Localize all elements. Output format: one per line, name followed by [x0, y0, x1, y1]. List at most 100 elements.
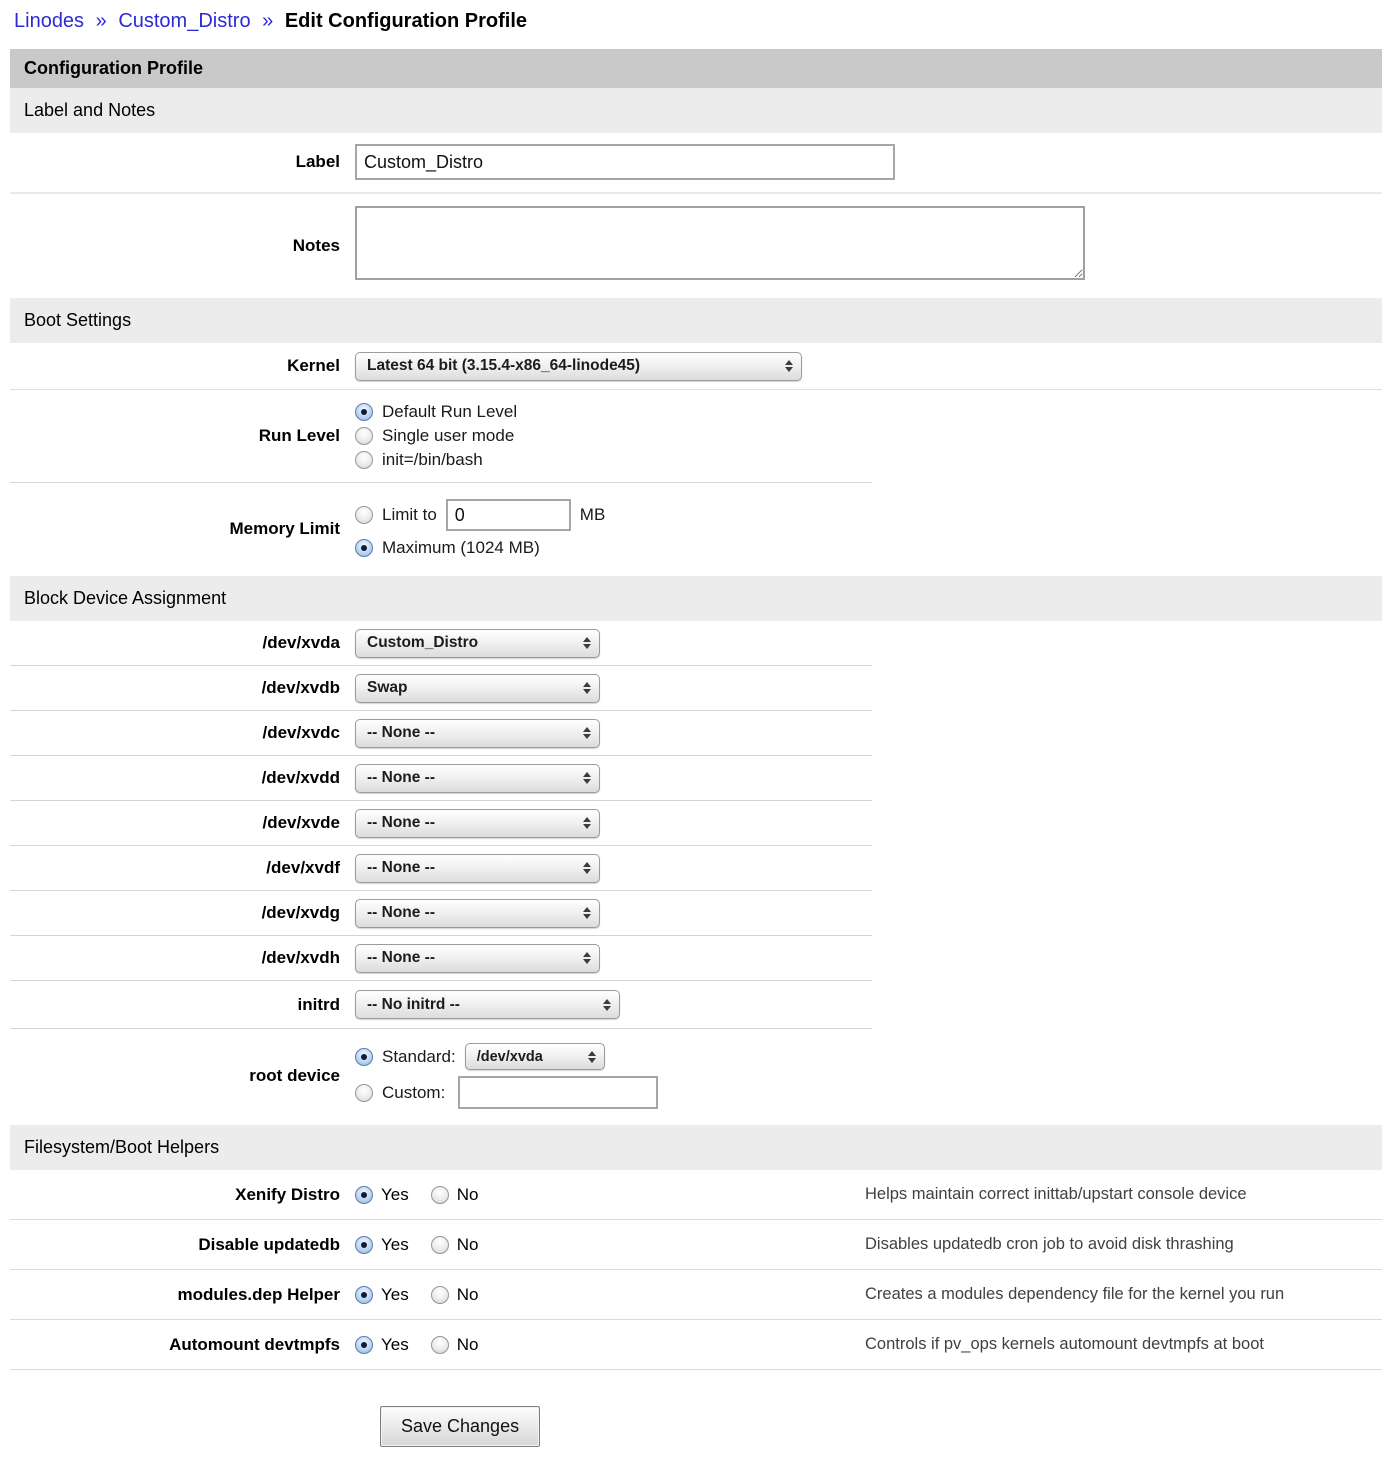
label-row: Label	[10, 133, 1382, 192]
xvde-select[interactable]: -- None --	[355, 809, 600, 838]
device-label: /dev/xvda	[10, 633, 355, 653]
disable-updatedb-no-radio[interactable]	[431, 1236, 449, 1254]
select-stepper-icon	[583, 772, 591, 784]
label-field-label: Label	[10, 152, 355, 172]
initrd-select[interactable]: -- No initrd --	[355, 990, 620, 1019]
xvdg-select[interactable]: -- None --	[355, 899, 600, 928]
label-input[interactable]	[355, 144, 895, 180]
kernel-label: Kernel	[10, 356, 355, 376]
device-label: /dev/xvde	[10, 813, 355, 833]
xvdh-select[interactable]: -- None --	[355, 944, 600, 973]
memory-limit-input[interactable]	[446, 499, 571, 531]
initrd-row: initrd -- No initrd --	[10, 981, 1382, 1028]
no-label: No	[457, 1235, 479, 1255]
yes-label: Yes	[381, 1185, 409, 1205]
run-level-row: Run Level Default Run Level Single user …	[10, 390, 1382, 482]
helper-label: Disable updatedb	[10, 1235, 355, 1255]
select-stepper-icon	[583, 907, 591, 919]
root-device-standard-radio[interactable]	[355, 1048, 373, 1066]
initrd-select-value: -- No initrd --	[367, 996, 460, 1014]
save-button-area: Save Changes	[10, 1370, 1382, 1467]
memory-maximum-radio[interactable]	[355, 539, 373, 557]
xvdh-select-value: -- None --	[367, 949, 435, 967]
configuration-profile-panel: Configuration Profile Label and Notes La…	[10, 49, 1382, 1467]
run-level-single-user-option-label: Single user mode	[382, 426, 514, 446]
device-label: /dev/xvdc	[10, 723, 355, 743]
xenify-no-radio[interactable]	[431, 1186, 449, 1204]
run-level-default-radio[interactable]	[355, 403, 373, 421]
xvde-select-value: -- None --	[367, 814, 435, 832]
xvdf-select-value: -- None --	[367, 859, 435, 877]
helper-help-text: Creates a modules dependency file for th…	[865, 1285, 1292, 1304]
root-device-custom-input[interactable]	[458, 1076, 658, 1109]
helper-label: Automount devtmpfs	[10, 1335, 355, 1355]
device-label: /dev/xvdh	[10, 948, 355, 968]
notes-field-label: Notes	[10, 236, 355, 256]
xvdd-select-value: -- None --	[367, 769, 435, 787]
xvdc-select-value: -- None --	[367, 724, 435, 742]
no-label: No	[457, 1185, 479, 1205]
helper-row-modules-dep: modules.dep Helper Yes No Creates a modu…	[10, 1270, 1382, 1319]
breadcrumb-link-custom-distro[interactable]: Custom_Distro	[118, 10, 250, 32]
helper-row-xenify: Xenify Distro Yes No Helps maintain corr…	[10, 1170, 1382, 1219]
helper-row-disable-updatedb: Disable updatedb Yes No Disables updated…	[10, 1220, 1382, 1269]
automount-devtmpfs-no-radio[interactable]	[431, 1336, 449, 1354]
device-label: /dev/xvdf	[10, 858, 355, 878]
select-stepper-icon	[583, 952, 591, 964]
device-row-xvda: /dev/xvda Custom_Distro	[10, 621, 1382, 665]
device-label: /dev/xvdg	[10, 903, 355, 923]
yes-label: Yes	[381, 1285, 409, 1305]
device-row-xvdd: /dev/xvdd -- None --	[10, 756, 1382, 800]
select-stepper-icon	[603, 999, 611, 1011]
breadcrumb-separator: »	[96, 10, 107, 32]
modules-dep-yes-radio[interactable]	[355, 1286, 373, 1304]
kernel-row: Kernel Latest 64 bit (3.15.4-x86_64-lino…	[10, 343, 1382, 389]
memory-limit-to-radio[interactable]	[355, 506, 373, 524]
notes-row: Notes	[10, 194, 1382, 298]
root-device-custom-radio[interactable]	[355, 1084, 373, 1102]
select-stepper-icon	[588, 1051, 596, 1063]
panel-title: Configuration Profile	[10, 49, 1382, 88]
root-device-standard-select[interactable]: /dev/xvda	[465, 1043, 605, 1070]
xvdd-select[interactable]: -- None --	[355, 764, 600, 793]
xvdb-select[interactable]: Swap	[355, 674, 600, 703]
xvdc-select[interactable]: -- None --	[355, 719, 600, 748]
no-label: No	[457, 1335, 479, 1355]
no-label: No	[457, 1285, 479, 1305]
select-stepper-icon	[583, 817, 591, 829]
device-row-xvdg: /dev/xvdg -- None --	[10, 891, 1382, 935]
notes-textarea[interactable]	[355, 206, 1085, 280]
xvda-select[interactable]: Custom_Distro	[355, 629, 600, 658]
memory-limit-row: Memory Limit Limit to MB Maximum (1024 M…	[10, 483, 1382, 576]
section-filesystem-boot-helpers: Filesystem/Boot Helpers	[10, 1125, 1382, 1170]
root-device-standard-option-label: Standard:	[382, 1047, 456, 1067]
helper-label: modules.dep Helper	[10, 1285, 355, 1305]
device-row-xvdb: /dev/xvdb Swap	[10, 666, 1382, 710]
kernel-select[interactable]: Latest 64 bit (3.15.4-x86_64-linode45)	[355, 352, 802, 381]
device-row-xvde: /dev/xvde -- None --	[10, 801, 1382, 845]
xenify-yes-radio[interactable]	[355, 1186, 373, 1204]
device-row-xvdc: /dev/xvdc -- None --	[10, 711, 1382, 755]
xvdb-select-value: Swap	[367, 679, 407, 697]
run-level-init-bash-option-label: init=/bin/bash	[382, 450, 483, 470]
select-stepper-icon	[583, 682, 591, 694]
breadcrumb-link-linodes[interactable]: Linodes	[14, 10, 84, 32]
breadcrumb-current-page: Edit Configuration Profile	[285, 10, 527, 32]
run-level-single-user-radio[interactable]	[355, 427, 373, 445]
modules-dep-no-radio[interactable]	[431, 1286, 449, 1304]
helper-label: Xenify Distro	[10, 1185, 355, 1205]
root-device-standard-select-value: /dev/xvda	[477, 1049, 543, 1065]
device-label: /dev/xvdd	[10, 768, 355, 788]
helper-row-automount-devtmpfs: Automount devtmpfs Yes No Controls if pv…	[10, 1320, 1382, 1369]
xvda-select-value: Custom_Distro	[367, 634, 478, 652]
automount-devtmpfs-yes-radio[interactable]	[355, 1336, 373, 1354]
run-level-init-bash-radio[interactable]	[355, 451, 373, 469]
disable-updatedb-yes-radio[interactable]	[355, 1236, 373, 1254]
xvdf-select[interactable]: -- None --	[355, 854, 600, 883]
device-row-xvdf: /dev/xvdf -- None --	[10, 846, 1382, 890]
select-stepper-icon	[583, 727, 591, 739]
kernel-select-value: Latest 64 bit (3.15.4-x86_64-linode45)	[367, 357, 640, 375]
save-changes-button[interactable]: Save Changes	[380, 1406, 540, 1447]
section-label-and-notes: Label and Notes	[10, 88, 1382, 133]
memory-limit-unit-label: MB	[580, 505, 606, 525]
